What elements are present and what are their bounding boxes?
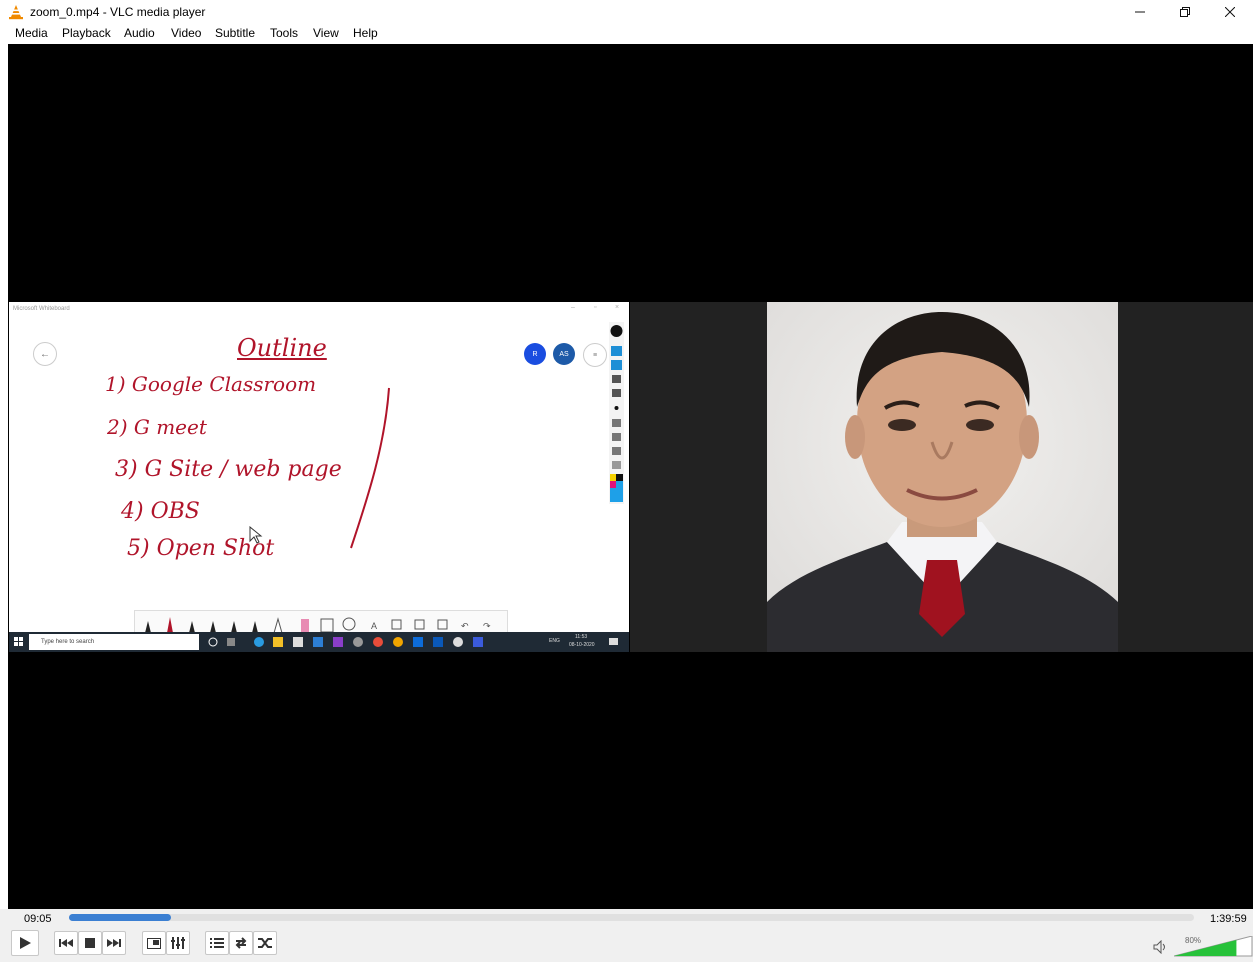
whiteboard-right-toolbar — [609, 322, 624, 504]
restore-icon — [1180, 7, 1190, 17]
total-duration: 1:39:59 — [1210, 913, 1247, 925]
taskbar-time: 11:53 — [575, 634, 588, 640]
loop-icon — [235, 937, 247, 949]
restore-button[interactable] — [1162, 0, 1208, 24]
whiteboard-item-2: 2) G meet — [107, 415, 207, 439]
next-button[interactable] — [102, 931, 126, 955]
menu-view[interactable]: View — [313, 26, 339, 40]
seek-bar[interactable] — [69, 914, 1194, 921]
taskbar-search-placeholder: Type here to search — [41, 639, 95, 645]
whiteboard-tool-icons — [610, 325, 623, 502]
menu-media[interactable]: Media — [15, 26, 48, 40]
whiteboard-app-title: Microsoft Whiteboard — [13, 306, 70, 312]
menu-audio[interactable]: Audio — [124, 26, 155, 40]
minimize-icon — [1135, 11, 1145, 13]
whiteboard-close-icon: × — [615, 304, 620, 311]
speaker-portrait-image — [767, 302, 1118, 652]
whiteboard-item-3: 3) G Site / web page — [115, 457, 342, 482]
window-title: zoom_0.mp4 - VLC media player — [30, 5, 206, 19]
previous-icon — [59, 939, 73, 947]
taskbar-app-icons — [208, 637, 483, 647]
taskbar-date: 08-10-2020 — [569, 642, 595, 648]
mouse-cursor-icon — [249, 526, 263, 544]
menu-bar: Media Playback Audio Video Subtitle Tool… — [0, 24, 1253, 44]
random-button[interactable] — [253, 931, 277, 955]
vlc-cone-icon — [9, 5, 23, 20]
participant-avatar: R — [524, 343, 546, 365]
playback-controls: 09:05 1:39:59 80% — [0, 909, 1253, 962]
previous-button[interactable] — [54, 931, 78, 955]
menu-icon: ≡ — [583, 343, 607, 367]
menu-playback[interactable]: Playback — [62, 26, 111, 40]
notification-icon — [609, 638, 618, 645]
participant-avatar: AS — [553, 343, 575, 365]
close-icon — [1225, 7, 1235, 17]
windows-start-icon — [14, 637, 23, 646]
shuffle-icon — [258, 938, 272, 948]
whiteboard-heading: Outline — [237, 334, 327, 362]
svg-text:↷: ↷ — [483, 621, 491, 631]
menu-help[interactable]: Help — [353, 26, 378, 40]
svg-text:A: A — [371, 621, 377, 631]
speaker-video-feed — [767, 302, 1118, 652]
windows-taskbar: Type here to search ENG 11:53 08-10-2020 — [9, 632, 629, 652]
play-icon — [20, 937, 31, 949]
next-icon — [107, 939, 121, 947]
play-button[interactable] — [11, 930, 39, 956]
menu-subtitle[interactable]: Subtitle — [215, 26, 255, 40]
playlist-button[interactable] — [205, 931, 229, 955]
shared-screen-whiteboard: Microsoft Whiteboard – ▫ × ← Outline 1) … — [9, 302, 629, 652]
back-arrow-icon: ← — [33, 342, 57, 366]
seek-progress-fill — [69, 914, 172, 921]
equalizer-icon — [171, 937, 185, 949]
video-area[interactable]: Microsoft Whiteboard – ▫ × ← Outline 1) … — [8, 44, 1253, 909]
handwritten-divider-line — [350, 387, 390, 549]
taskbar-search-box: Type here to search — [29, 634, 199, 650]
menu-tools[interactable]: Tools — [270, 26, 298, 40]
speaker-icon[interactable] — [1153, 940, 1169, 954]
fullscreen-icon — [147, 937, 161, 949]
volume-slider[interactable] — [1174, 936, 1253, 957]
menu-video[interactable]: Video — [171, 26, 201, 40]
loop-button[interactable] — [229, 931, 253, 955]
title-bar: zoom_0.mp4 - VLC media player — [0, 0, 1253, 24]
extended-settings-button[interactable] — [166, 931, 190, 955]
svg-text:↶: ↶ — [461, 621, 469, 631]
elapsed-time: 09:05 — [24, 913, 52, 925]
playlist-icon — [210, 938, 224, 948]
stop-button[interactable] — [78, 931, 102, 955]
whiteboard-restore-icon: ▫ — [594, 304, 597, 311]
whiteboard-item-1: 1) Google Classroom — [105, 372, 317, 396]
fullscreen-button[interactable] — [142, 931, 166, 955]
whiteboard-minimize-icon: – — [571, 304, 575, 311]
taskbar-language: ENG — [549, 638, 560, 644]
whiteboard-item-4: 4) OBS — [121, 499, 200, 524]
minimize-button[interactable] — [1117, 0, 1163, 24]
close-button[interactable] — [1207, 0, 1253, 24]
stop-icon — [85, 938, 95, 948]
